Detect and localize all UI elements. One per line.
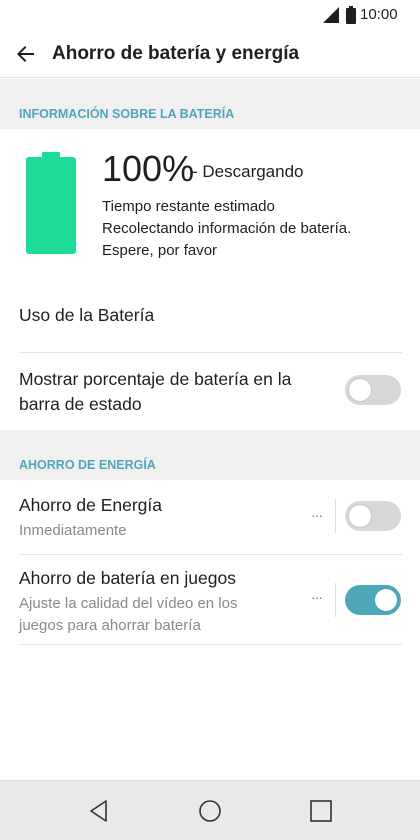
vertical-separator <box>335 583 336 617</box>
battery-info-line: Recolectando información de batería. <box>102 220 352 237</box>
game-battery-saving-more-options-icon[interactable]: ··· <box>311 589 323 605</box>
divider <box>19 352 402 353</box>
battery-level-icon <box>26 152 76 254</box>
home-circle-icon[interactable] <box>198 799 222 823</box>
battery-info-line: Espere, por favor <box>102 242 218 259</box>
toggle-knob <box>349 505 371 527</box>
app-bar: Ahorro de batería y energía <box>0 30 420 78</box>
navigation-bar <box>0 780 420 840</box>
battery-usage-label: Uso de la Batería <box>19 305 155 325</box>
game-battery-saving-subtitle-line2: juegos para ahorrar batería <box>19 617 201 634</box>
show-percentage-item[interactable]: Mostrar porcentaje de batería en la barr… <box>19 367 339 417</box>
power-saving-label: Ahorro de Energía <box>19 495 163 515</box>
toggle-knob <box>349 379 371 401</box>
battery-usage-item[interactable]: Uso de la Batería <box>19 303 402 328</box>
status-bar: 10:00 <box>0 0 420 30</box>
back-arrow-icon[interactable] <box>14 42 38 66</box>
battery-percent: 100% <box>102 148 195 189</box>
signal-icon <box>323 7 339 23</box>
section-header-energy-saving: AHORRO DE ENERGÍA <box>0 430 420 480</box>
power-saving-subtitle: Inmediatamente <box>19 522 127 539</box>
battery-icon <box>346 6 356 24</box>
game-battery-saving-subtitle-line1: Ajuste la calidad del vídeo en los <box>19 595 238 612</box>
vertical-separator <box>335 499 336 533</box>
page-title: Ahorro de batería y energía <box>52 43 300 64</box>
power-saving-item[interactable]: Ahorro de Energía Inmediatamente <box>19 493 299 542</box>
power-saving-more-options-icon[interactable]: ··· <box>311 507 323 523</box>
battery-info-line: Tiempo restante estimado <box>102 198 275 215</box>
battery-info-text: Tiempo restante estimado Recolectando in… <box>102 196 351 262</box>
section-header-label: AHORRO DE ENERGÍA <box>19 458 156 472</box>
game-battery-saving-item[interactable]: Ahorro de batería en juegos Ajuste la ca… <box>19 566 309 637</box>
section-header-battery-info: INFORMACIÓN SOBRE LA BATERÍA <box>0 79 420 129</box>
show-percentage-toggle[interactable] <box>345 375 401 405</box>
show-percentage-label-line2: barra de estado <box>19 394 142 414</box>
clock: 10:00 <box>360 6 398 23</box>
show-percentage-label-line1: Mostrar porcentaje de batería en la <box>19 369 292 389</box>
toggle-knob <box>375 589 397 611</box>
section-header-label: INFORMACIÓN SOBRE LA BATERÍA <box>19 107 235 121</box>
game-battery-saving-toggle[interactable] <box>345 585 401 615</box>
recents-square-icon[interactable] <box>309 799 333 823</box>
divider <box>19 644 402 645</box>
back-triangle-icon[interactable] <box>87 799 111 823</box>
battery-info-block: 100% - Descargando Tiempo restante estim… <box>0 130 420 280</box>
game-battery-saving-label: Ahorro de batería en juegos <box>19 568 236 588</box>
battery-state: - Descargando <box>192 162 304 181</box>
divider <box>19 554 402 555</box>
power-saving-toggle[interactable] <box>345 501 401 531</box>
